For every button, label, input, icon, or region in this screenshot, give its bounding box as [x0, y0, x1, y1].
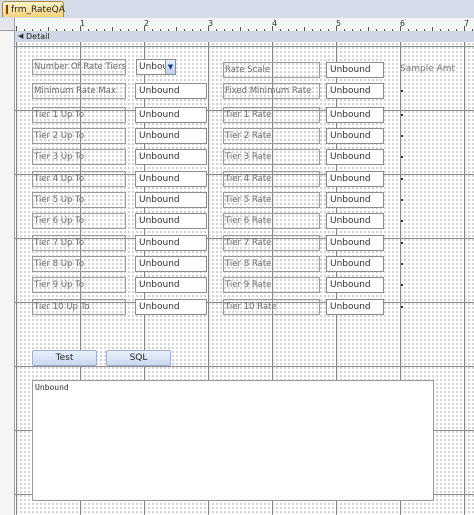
tier-5-rate-field[interactable]: Unbound	[326, 192, 384, 208]
tier-7-rate-label: Tier 7 Rate	[223, 235, 320, 251]
tier-6-rate-label: Tier 6 Rate	[223, 213, 320, 229]
sample-amt-label: Sample Amt	[400, 64, 456, 74]
section-label: Detail	[26, 32, 50, 41]
tier-3-up-to-label: Tier 3 Up To	[32, 149, 126, 165]
tier-1-rate-field[interactable]: Unbound	[326, 107, 384, 123]
tier-5-rate-label: Tier 5 Rate	[223, 192, 320, 208]
tier-2-rate-field[interactable]: Unbound	[326, 128, 384, 144]
tier-8-up-to-label: Tier 8 Up To	[32, 256, 126, 272]
section-collapse-icon[interactable]: ◀	[18, 33, 23, 40]
tier-1-rate-label: Tier 1 Rate	[223, 107, 320, 123]
sample-marker	[401, 284, 403, 286]
tier-2-rate-label: Tier 2 Rate	[223, 128, 320, 144]
tier-4-rate-label: Tier 4 Rate	[223, 171, 320, 187]
num-tiers-label: Number Of Rate Tiers:	[32, 59, 126, 75]
tier-9-up-to-field[interactable]: Unbound	[135, 277, 207, 293]
vertical-ruler[interactable]	[0, 31, 15, 515]
rate-scale-label: Rate Scale	[223, 62, 320, 78]
tier-4-rate-field[interactable]: Unbound	[326, 171, 384, 187]
num-tiers-value: Unbou	[139, 62, 169, 72]
tier-8-rate-label: Tier 8 Rate	[223, 256, 320, 272]
sql-output-value: Unbound	[35, 383, 69, 392]
tier-9-rate-label: Tier 9 Rate	[223, 277, 320, 293]
sample-marker	[401, 220, 403, 222]
tier-1-up-to-label: Tier 1 Up To	[32, 107, 126, 123]
tier-8-rate-field[interactable]: Unbound	[326, 256, 384, 272]
tier-7-up-to-label: Tier 7 Up To	[32, 235, 126, 251]
horizontal-ruler[interactable]: 1 2 3 4 5 6 7	[15, 18, 474, 32]
tier-7-rate-field[interactable]: Unbound	[326, 235, 384, 251]
tier-8-up-to-field[interactable]: Unbound	[135, 256, 207, 272]
tier-10-up-to-field[interactable]: Unbound	[135, 299, 207, 315]
tier-4-up-to-label: Tier 4 Up To	[32, 171, 126, 187]
tier-5-up-to-field[interactable]: Unbound	[135, 192, 207, 208]
sample-marker	[401, 178, 403, 180]
tier-9-rate-field[interactable]: Unbound	[326, 277, 384, 293]
tab-frm-rateqa[interactable]: frm_RateQA	[2, 1, 65, 17]
sql-button[interactable]: SQL	[106, 350, 171, 366]
tier-3-up-to-field[interactable]: Unbound	[135, 149, 207, 165]
tier-5-up-to-label: Tier 5 Up To	[32, 192, 126, 208]
tier-2-up-to-label: Tier 2 Up To	[32, 128, 126, 144]
tier-6-rate-field[interactable]: Unbound	[326, 213, 384, 229]
tier-6-up-to-label: Tier 6 Up To	[32, 213, 126, 229]
tier-3-rate-label: Tier 3 Rate	[223, 149, 320, 165]
rate-scale-field[interactable]: Unbound	[326, 62, 384, 78]
document-tab-strip: frm_RateQA	[0, 0, 474, 19]
dropdown-arrow-icon[interactable]: ▼	[165, 60, 175, 74]
form-selector[interactable]	[0, 18, 15, 31]
tier-3-rate-field[interactable]: Unbound	[326, 149, 384, 165]
tier-9-up-to-label: Tier 9 Up To	[32, 277, 126, 293]
tier-6-up-to-field[interactable]: Unbound	[135, 213, 207, 229]
tier-4-up-to-field[interactable]: Unbound	[135, 171, 207, 187]
sample-marker	[401, 263, 403, 265]
tier-10-rate-field[interactable]: Unbound	[326, 299, 384, 315]
sample-marker	[401, 135, 403, 137]
sample-marker	[401, 242, 403, 244]
tier-1-up-to-field[interactable]: Unbound	[135, 107, 207, 123]
sample-marker	[401, 114, 403, 116]
test-button[interactable]: Test	[32, 350, 97, 366]
tier-10-up-to-label: Tier 10 Up To	[32, 299, 126, 315]
num-tiers-combo[interactable]: Unbou ▼	[136, 59, 176, 75]
tier-10-rate-label: Tier 10 Rate	[223, 299, 320, 315]
sample-marker	[401, 156, 403, 158]
tier-2-up-to-field[interactable]: Unbound	[135, 128, 207, 144]
min-rate-max-label: Minimum Rate Max	[32, 83, 126, 99]
min-rate-max-field[interactable]: Unbound	[135, 83, 207, 99]
sample-marker	[401, 199, 403, 201]
fixed-min-rate-field[interactable]: Unbound	[326, 83, 384, 99]
tier-7-up-to-field[interactable]: Unbound	[135, 235, 207, 251]
sample-marker	[401, 306, 403, 308]
tab-title: frm_RateQA	[11, 4, 65, 15]
sql-output-textbox[interactable]: Unbound	[32, 380, 434, 501]
sample-marker	[401, 90, 403, 92]
fixed-min-rate-label: Fixed Minimum Rate	[223, 83, 320, 99]
form-design-canvas[interactable]: Number Of Rate Tiers: Unbou ▼ Rate Scale…	[15, 42, 474, 515]
form-icon	[6, 5, 8, 14]
